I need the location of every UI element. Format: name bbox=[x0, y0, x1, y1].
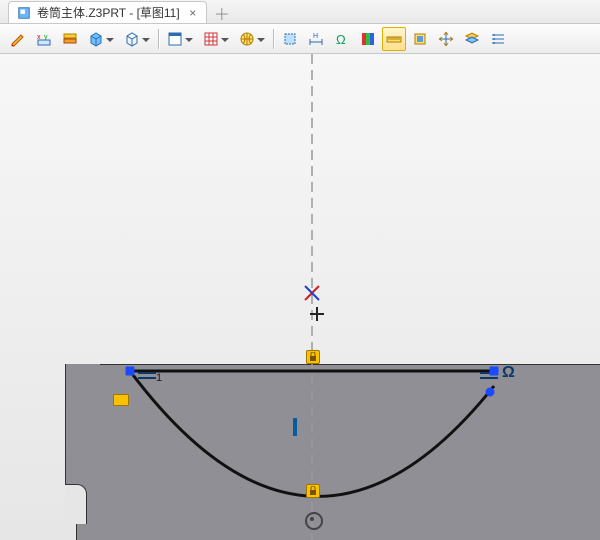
tool-grid-button[interactable] bbox=[199, 27, 233, 51]
palette-icon bbox=[360, 31, 376, 47]
sketch-point[interactable] bbox=[490, 367, 499, 376]
tool-layers-button[interactable] bbox=[58, 27, 82, 51]
ruler-icon bbox=[386, 31, 402, 47]
part-doc-icon bbox=[17, 6, 31, 20]
tool-dim-h-button[interactable]: H bbox=[304, 27, 328, 51]
dim-h-icon: H bbox=[308, 31, 324, 47]
tool-ruler-button[interactable] bbox=[382, 27, 406, 51]
vertical-tick-icon bbox=[293, 418, 297, 436]
omega-icon: Ω bbox=[334, 31, 350, 47]
stack-icon bbox=[464, 31, 480, 47]
document-tab[interactable]: 卷筒主体.Z3PRT - [草图11] × bbox=[8, 1, 207, 23]
globe-icon bbox=[239, 31, 255, 47]
grid-icon bbox=[203, 31, 219, 47]
part-solid-notch bbox=[65, 484, 87, 524]
close-icon[interactable]: × bbox=[186, 6, 200, 20]
origin-plus-icon bbox=[310, 307, 324, 321]
tab-bar: 卷筒主体.Z3PRT - [草图11] × ＋ bbox=[0, 0, 600, 24]
horizontal-constraint-icon[interactable] bbox=[138, 370, 156, 380]
rect-sel-icon bbox=[282, 31, 298, 47]
sketch-index-label: 1 bbox=[156, 372, 162, 384]
window-icon bbox=[167, 31, 183, 47]
part-solid-body bbox=[65, 364, 600, 540]
tool-rect-sel-button[interactable] bbox=[278, 27, 302, 51]
toolbar: xy H Ω bbox=[0, 24, 600, 54]
tool-cube-wire-button[interactable] bbox=[120, 27, 154, 51]
dim-grid-icon bbox=[490, 31, 506, 47]
toolbar-separator bbox=[271, 27, 276, 51]
tool-stack-button[interactable] bbox=[460, 27, 484, 51]
tool-globe-button[interactable] bbox=[235, 27, 269, 51]
pencil-icon bbox=[10, 31, 26, 47]
tool-block-y-button[interactable] bbox=[408, 27, 432, 51]
tool-omega-button[interactable]: Ω bbox=[330, 27, 354, 51]
arc-center-icon[interactable] bbox=[303, 510, 321, 528]
lock-constraint-icon[interactable] bbox=[306, 484, 320, 498]
tab-title: 卷筒主体.Z3PRT - [草图11] bbox=[37, 4, 180, 21]
lock-constraint-icon[interactable] bbox=[306, 350, 320, 364]
svg-text:H: H bbox=[313, 33, 318, 40]
tool-move-3d-button[interactable] bbox=[434, 27, 458, 51]
tool-palette-button[interactable] bbox=[356, 27, 380, 51]
constraint-badge-icon[interactable] bbox=[113, 394, 129, 406]
block-y-icon bbox=[412, 31, 428, 47]
part-solid-left bbox=[65, 524, 77, 540]
new-tab-button[interactable]: ＋ bbox=[211, 3, 233, 23]
tool-dim-grid-button[interactable] bbox=[486, 27, 510, 51]
cube-wire-icon bbox=[124, 31, 140, 47]
toolbar-separator bbox=[156, 27, 161, 51]
move-3d-icon bbox=[438, 31, 454, 47]
sketch-canvas[interactable]: 1Ω bbox=[0, 54, 600, 540]
svg-text:Ω: Ω bbox=[336, 32, 346, 47]
tool-pencil-button[interactable] bbox=[6, 27, 30, 51]
xy-plane-icon: xy bbox=[36, 31, 52, 47]
part-solid-step bbox=[65, 364, 100, 484]
tool-window-button[interactable] bbox=[163, 27, 197, 51]
sketch-point[interactable] bbox=[486, 388, 495, 397]
cube-icon bbox=[88, 31, 104, 47]
tool-cube-button[interactable] bbox=[84, 27, 118, 51]
layers-icon bbox=[62, 31, 78, 47]
tool-xy-plane-button[interactable]: xy bbox=[32, 27, 56, 51]
tangent-constraint-icon[interactable]: Ω bbox=[502, 364, 515, 382]
sketch-point[interactable] bbox=[126, 367, 135, 376]
